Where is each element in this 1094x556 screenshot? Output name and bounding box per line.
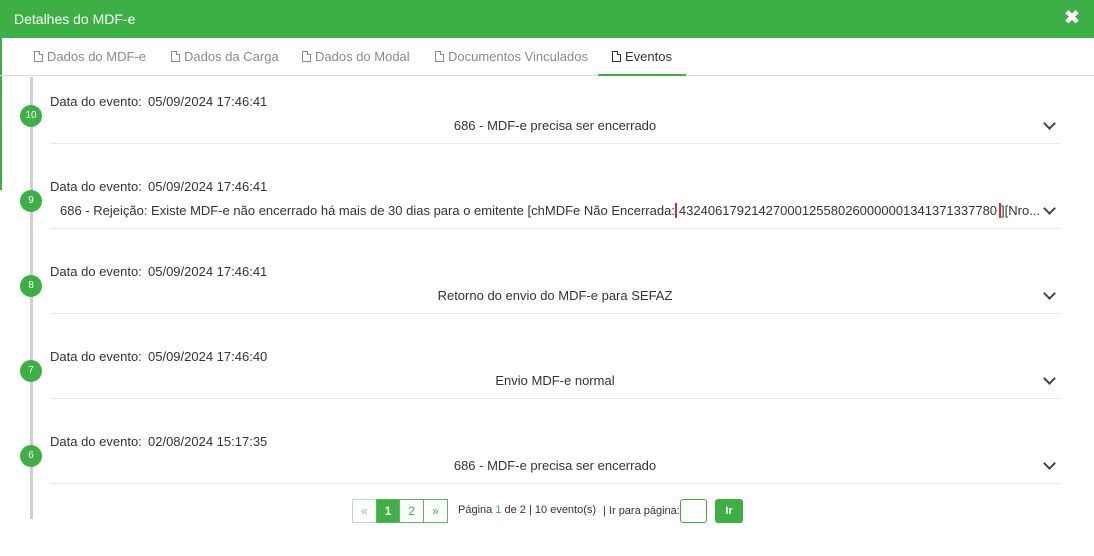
pagination-next-button[interactable]: »: [423, 499, 448, 523]
tab-dados-carga[interactable]: Dados da Carga: [171, 38, 279, 76]
event-date-label: Data do evento:: [50, 264, 142, 279]
page-info-current: 1: [495, 504, 502, 516]
document-icon: [171, 51, 180, 62]
goto-page-input[interactable]: [680, 499, 707, 523]
tab-label: Documentos Vinculados: [448, 49, 588, 64]
event-item: 7 Data do evento: 05/09/2024 17:46:40 En…: [0, 337, 1094, 422]
event-description-suffix: ][Nro...: [1001, 203, 1041, 218]
event-divider: [50, 313, 1060, 314]
page-info-prefix: Página: [458, 504, 493, 516]
page-info-count: 10 evento(s): [534, 504, 597, 516]
highlighted-access-key: 4324061792142700012558026000000134137133…: [674, 203, 1002, 218]
document-icon: [612, 51, 621, 62]
event-date-label: Data do evento:: [50, 349, 142, 364]
page-info-middle: de 2 |: [504, 504, 532, 516]
event-date-label: Data do evento:: [50, 94, 142, 109]
goto-page-button[interactable]: Ir: [715, 499, 743, 523]
dialog-title: Detalhes do MDF-e: [14, 11, 136, 27]
goto-page-label: | Ir para página:: [603, 505, 680, 517]
event-date: 05/09/2024 17:46:41: [148, 94, 268, 109]
event-description: 686 - MDF-e precisa ser encerrado: [453, 118, 657, 133]
event-date-label: Data do evento:: [50, 434, 142, 449]
event-description-prefix: 686 - Rejeição: Existe MDF-e não encerra…: [60, 203, 675, 218]
event-date: 02/08/2024 15:17:35: [148, 434, 268, 449]
tab-documentos-vinculados[interactable]: Documentos Vinculados: [435, 38, 588, 76]
event-item: 10 Data do evento: 05/09/2024 17:46:41 6…: [0, 82, 1094, 167]
pagination-info: Página 1 de 2 | 10 evento(s): [458, 504, 596, 516]
event-number-badge: 10: [20, 105, 42, 127]
tab-dados-modal[interactable]: Dados do Modal: [302, 38, 410, 76]
event-item: 8 Data do evento: 05/09/2024 17:46:41 Re…: [0, 252, 1094, 337]
close-icon[interactable]: ✖: [1062, 8, 1082, 28]
pagination-page-2[interactable]: 2: [399, 499, 425, 523]
tab-eventos[interactable]: Eventos: [598, 38, 686, 76]
event-date-label: Data do evento:: [50, 179, 142, 194]
event-date: 05/09/2024 17:46:40: [148, 349, 268, 364]
pagination: « 1 2 »: [352, 499, 448, 523]
tab-label: Dados do MDF-e: [47, 49, 146, 64]
document-icon: [302, 51, 311, 62]
event-item: 6 Data do evento: 02/08/2024 15:17:35 68…: [0, 422, 1094, 507]
event-description: 686 - MDF-e precisa ser encerrado: [453, 458, 657, 473]
tab-bar: Dados do MDF-e Dados da Carga Dados do M…: [0, 38, 1094, 76]
document-icon: [435, 51, 444, 62]
document-icon: [34, 51, 43, 62]
event-divider: [50, 143, 1060, 144]
event-divider: [50, 228, 1060, 229]
event-divider: [50, 398, 1060, 399]
tab-dados-mdfe[interactable]: Dados do MDF-e: [34, 38, 146, 76]
event-description: Retorno do envio do MDF-e para SEFAZ: [437, 288, 673, 303]
tab-label: Dados do Modal: [315, 49, 410, 64]
event-description: Envio MDF-e normal: [495, 373, 615, 388]
event-number-badge: 9: [20, 190, 42, 212]
pagination-page-1[interactable]: 1: [375, 499, 401, 523]
pagination-prev-button[interactable]: «: [352, 499, 377, 523]
tab-label: Eventos: [625, 49, 672, 64]
event-number-badge: 7: [20, 360, 42, 382]
tab-label: Dados da Carga: [184, 49, 279, 64]
dialog-header: Detalhes do MDF-e ✖: [0, 0, 1094, 38]
event-divider: [50, 483, 1060, 484]
event-date: 05/09/2024 17:46:41: [148, 264, 268, 279]
event-description: 686 - Rejeição: Existe MDF-e não encerra…: [50, 203, 1060, 218]
event-item: 9 Data do evento: 05/09/2024 17:46:41 68…: [0, 167, 1094, 252]
event-date: 05/09/2024 17:46:41: [148, 179, 268, 194]
event-number-badge: 6: [20, 445, 42, 467]
event-number-badge: 8: [20, 275, 42, 297]
